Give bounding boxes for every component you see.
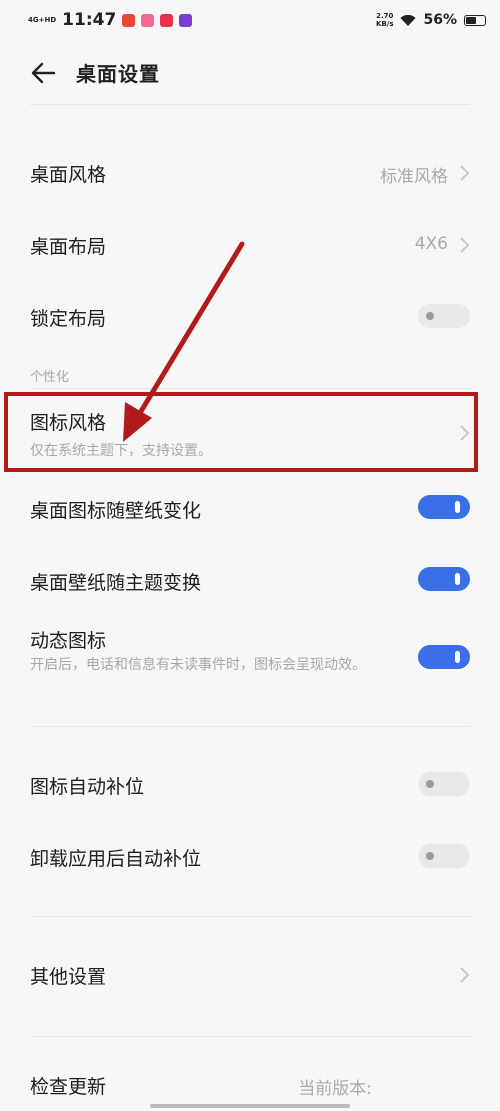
setting-label: 其他设置 — [30, 966, 107, 988]
uninstall-auto-fill-toggle[interactable] — [418, 844, 470, 868]
status-bar: 4G+HD 11:47 2.70 KB/s 56% — [0, 0, 500, 40]
notification-app-icon — [179, 13, 193, 27]
header-divider — [30, 104, 470, 105]
battery-fill — [466, 16, 476, 24]
setting-check-update[interactable]: 检查更新 当前版本: — [0, 1060, 500, 1110]
icon-auto-fill-toggle[interactable] — [418, 772, 470, 796]
setting-desktop-layout[interactable]: 桌面布局 4X6 — [0, 212, 500, 276]
setting-label: 动态图标 — [30, 630, 107, 652]
chevron-right-icon — [460, 237, 470, 253]
back-arrow-icon[interactable] — [30, 60, 56, 86]
battery-icon — [464, 14, 486, 26]
battery-percent: 56% — [423, 12, 457, 28]
notification-app-icon — [141, 13, 155, 27]
toggle-knob — [455, 651, 460, 663]
setting-value: 4X6 — [414, 234, 448, 254]
setting-label: 图标自动补位 — [30, 776, 145, 798]
setting-desktop-style[interactable]: 桌面风格 标准风格 — [0, 140, 500, 204]
setting-uninstall-auto-fill: 卸载应用后自动补位 — [0, 826, 500, 890]
setting-icon-auto-fill: 图标自动补位 — [0, 754, 500, 818]
page-title: 桌面设置 — [76, 62, 160, 86]
section-divider — [30, 388, 470, 389]
setting-lock-layout: 锁定布局 — [0, 284, 500, 348]
toggle-knob — [426, 852, 434, 860]
setting-wallpaper-follow-theme: 桌面壁纸随主题变换 — [0, 548, 500, 612]
setting-label: 桌面风格 — [30, 164, 107, 186]
setting-value: 当前版本: — [298, 1079, 372, 1099]
network-indicator: 4G+HD — [28, 16, 57, 24]
chevron-right-icon — [460, 967, 470, 983]
notification-app-icon — [122, 13, 136, 27]
toggle-knob — [455, 573, 460, 585]
section-divider — [30, 726, 470, 727]
wallpaper-follow-theme-toggle[interactable] — [418, 567, 470, 591]
setting-icon-follow-wallpaper: 桌面图标随壁纸变化 — [0, 476, 500, 540]
setting-label: 桌面壁纸随主题变换 — [30, 572, 202, 594]
network-speed: 2.70 KB/s — [376, 12, 393, 28]
setting-label: 锁定布局 — [30, 308, 107, 330]
speed-unit: KB/s — [376, 20, 394, 28]
setting-label: 桌面布局 — [30, 236, 107, 258]
setting-other[interactable]: 其他设置 — [0, 944, 500, 1008]
setting-dynamic-icon: 动态图标 开启后，电话和信息有未读事件时，图标会呈现动效。 — [0, 620, 500, 710]
setting-label: 桌面图标随壁纸变化 — [30, 500, 202, 522]
notification-app-icon — [160, 13, 174, 27]
toggle-knob — [455, 501, 460, 513]
setting-value: 标准风格 — [380, 167, 448, 187]
header: 桌面设置 — [0, 40, 500, 104]
section-divider — [30, 1036, 470, 1037]
clock: 11:47 — [62, 10, 117, 30]
lock-layout-toggle[interactable] — [418, 304, 470, 328]
section-label: 个性化 — [30, 370, 70, 385]
toggle-knob — [426, 780, 434, 788]
toggle-knob — [426, 312, 434, 320]
chevron-right-icon — [460, 165, 470, 181]
section-divider — [30, 916, 470, 917]
home-indicator[interactable] — [150, 1104, 350, 1108]
setting-label: 检查更新 — [30, 1076, 107, 1098]
annotation-highlight-box — [4, 392, 478, 472]
wifi-icon — [400, 14, 416, 26]
icon-follow-wallpaper-toggle[interactable] — [418, 495, 470, 519]
speed-value: 2.70 — [376, 12, 394, 20]
setting-description: 开启后，电话和信息有未读事件时，图标会呈现动效。 — [30, 657, 366, 673]
dynamic-icon-toggle[interactable] — [418, 645, 470, 669]
setting-label: 卸载应用后自动补位 — [30, 848, 202, 870]
